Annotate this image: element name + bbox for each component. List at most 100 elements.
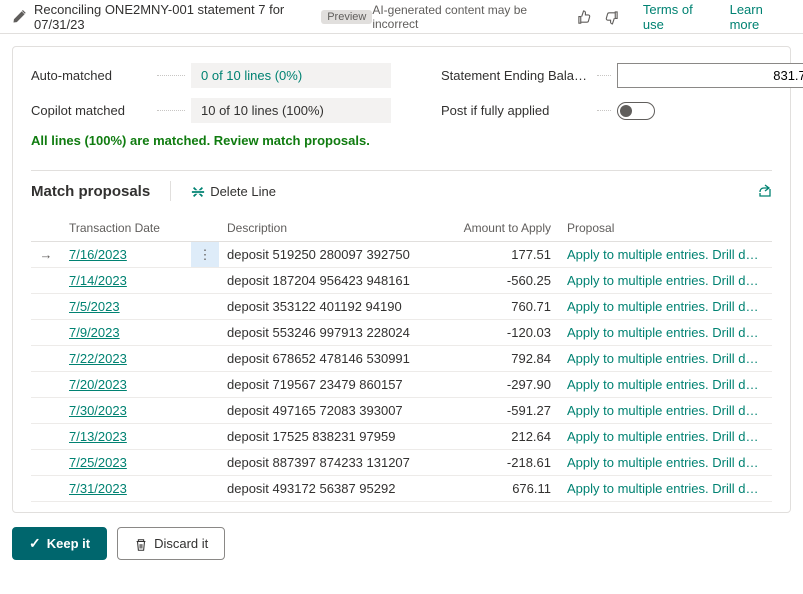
proposals-table: Transaction Date Description Amount to A…	[31, 215, 772, 502]
row-amount: -297.90	[449, 372, 559, 398]
row-proposal-link[interactable]: Apply to multiple entries. Drill down to…	[559, 372, 772, 398]
transaction-date-link[interactable]: 7/22/2023	[69, 351, 127, 366]
row-arrow-icon	[31, 268, 61, 294]
row-description: deposit 353122 401192 94190	[219, 294, 449, 320]
row-proposal-link[interactable]: Apply to multiple entries. Drill down to…	[559, 424, 772, 450]
row-description: deposit 493172 56387 95292	[219, 476, 449, 502]
thumbs-up-button[interactable]	[571, 6, 598, 27]
row-amount: 177.51	[449, 242, 559, 268]
row-description: deposit 887397 874233 131207	[219, 450, 449, 476]
col-transaction-date[interactable]: Transaction Date	[61, 215, 191, 242]
row-menu-button[interactable]	[191, 320, 219, 346]
row-arrow-icon	[31, 372, 61, 398]
ending-balance-input[interactable]	[617, 63, 803, 88]
row-proposal-link[interactable]: Apply to multiple entries. Drill down to…	[559, 242, 772, 268]
table-row[interactable]: → 7/16/2023 ⋮deposit 519250 280097 3927501…	[31, 242, 772, 268]
row-amount: 676.11	[449, 476, 559, 502]
terms-link[interactable]: Terms of use	[643, 2, 712, 32]
table-row[interactable]: 7/30/2023deposit 497165 72083 393007-591…	[31, 398, 772, 424]
transaction-date-link[interactable]: 7/30/2023	[69, 403, 127, 418]
learn-more-link[interactable]: Learn more	[730, 2, 791, 32]
page-title: Reconciling ONE2MNY-001 statement 7 for …	[34, 2, 315, 32]
row-proposal-link[interactable]: Apply to multiple entries. Drill down to…	[559, 450, 772, 476]
keep-it-button[interactable]: ✓ Keep it	[12, 527, 107, 560]
thumbs-down-button[interactable]	[598, 6, 625, 27]
row-menu-button[interactable]	[191, 372, 219, 398]
row-arrow-icon	[31, 476, 61, 502]
row-description: deposit 17525 838231 97959	[219, 424, 449, 450]
row-proposal-link[interactable]: Apply to multiple entries. Drill down to…	[559, 320, 772, 346]
delete-line-icon	[191, 183, 205, 199]
transaction-date-link[interactable]: 7/16/2023	[69, 247, 127, 262]
preview-badge: Preview	[321, 10, 372, 24]
row-description: deposit 553246 997913 228024	[219, 320, 449, 346]
table-row[interactable]: 7/20/2023 deposit 719567 23479 860157-297…	[31, 372, 772, 398]
row-arrow-icon: →	[31, 242, 61, 268]
row-menu-button[interactable]	[191, 424, 219, 450]
auto-matched-label: Auto-matched	[31, 68, 151, 83]
row-menu-button[interactable]	[191, 294, 219, 320]
table-row[interactable]: 7/25/2023 deposit 887397 874233 131207-21…	[31, 450, 772, 476]
row-proposal-link[interactable]: Apply to multiple entries. Drill down to…	[559, 346, 772, 372]
transaction-date-link[interactable]: 7/20/2023	[69, 377, 127, 392]
row-description: deposit 678652 478146 530991	[219, 346, 449, 372]
post-applied-toggle[interactable]	[617, 102, 655, 120]
top-bar: Reconciling ONE2MNY-001 statement 7 for …	[0, 0, 803, 34]
row-amount: 760.71	[449, 294, 559, 320]
ending-balance-label: Statement Ending Bala…	[441, 68, 591, 83]
row-menu-button[interactable]	[191, 476, 219, 502]
auto-matched-value[interactable]: 0 of 10 lines (0%)	[191, 63, 391, 88]
copilot-matched-value[interactable]: 10 of 10 lines (100%)	[191, 98, 391, 123]
row-description: deposit 719567 23479 860157	[219, 372, 449, 398]
col-proposal[interactable]: Proposal	[559, 215, 772, 242]
delete-line-label: Delete Line	[210, 184, 276, 199]
ai-disclaimer: AI-generated content may be incorrect	[372, 3, 561, 31]
transaction-date-link[interactable]: 7/5/2023	[69, 299, 120, 314]
row-menu-button[interactable]	[191, 450, 219, 476]
trash-icon	[134, 535, 148, 551]
row-menu-button[interactable]	[191, 268, 219, 294]
table-row[interactable]: 7/14/2023deposit 187204 956423 948161-56…	[31, 268, 772, 294]
section-heading: Match proposals	[31, 183, 150, 200]
row-amount: 792.84	[449, 346, 559, 372]
row-arrow-icon	[31, 294, 61, 320]
discard-it-button[interactable]: Discard it	[117, 527, 225, 560]
row-proposal-link[interactable]: Apply to multiple entries. Drill down to…	[559, 294, 772, 320]
edit-icon[interactable]	[12, 9, 26, 25]
transaction-date-link[interactable]: 7/25/2023	[69, 455, 127, 470]
keep-it-label: Keep it	[47, 536, 90, 551]
row-menu-button[interactable]	[191, 398, 219, 424]
table-row[interactable]: 7/22/2023 deposit 678652 478146 530991792…	[31, 346, 772, 372]
transaction-date-link[interactable]: 7/31/2023	[69, 481, 127, 496]
row-description: deposit 187204 956423 948161	[219, 268, 449, 294]
row-amount: 212.64	[449, 424, 559, 450]
transaction-date-link[interactable]: 7/13/2023	[69, 429, 127, 444]
row-arrow-icon	[31, 398, 61, 424]
table-row[interactable]: 7/9/2023 deposit 553246 997913 228024-120…	[31, 320, 772, 346]
table-row[interactable]: 7/13/2023 deposit 17525 838231 97959212.6…	[31, 424, 772, 450]
copilot-matched-label: Copilot matched	[31, 103, 151, 118]
transaction-date-link[interactable]: 7/14/2023	[69, 273, 127, 288]
table-row[interactable]: 7/5/2023 deposit 353122 401192 94190760.7…	[31, 294, 772, 320]
delete-line-button[interactable]: Delete Line	[191, 183, 276, 199]
row-menu-button[interactable]	[191, 346, 219, 372]
post-applied-label: Post if fully applied	[441, 103, 591, 118]
row-amount: -218.61	[449, 450, 559, 476]
table-header-row: Transaction Date Description Amount to A…	[31, 215, 772, 242]
col-description[interactable]: Description	[219, 215, 449, 242]
row-arrow-icon	[31, 450, 61, 476]
share-icon[interactable]	[756, 182, 772, 200]
row-arrow-icon	[31, 320, 61, 346]
col-amount[interactable]: Amount to Apply	[449, 215, 559, 242]
discard-it-label: Discard it	[154, 536, 208, 551]
row-proposal-link[interactable]: Apply to multiple entries. Drill down to…	[559, 476, 772, 502]
table-row[interactable]: 7/31/2023 deposit 493172 56387 95292676.1…	[31, 476, 772, 502]
row-proposal-link[interactable]: Apply to multiple entries. Drill down to…	[559, 398, 772, 424]
row-amount: -120.03	[449, 320, 559, 346]
row-menu-button[interactable]: ⋮	[191, 242, 219, 268]
transaction-date-link[interactable]: 7/9/2023	[69, 325, 120, 340]
row-description: deposit 519250 280097 392750	[219, 242, 449, 268]
row-amount: -591.27	[449, 398, 559, 424]
row-proposal-link[interactable]: Apply to multiple entries. Drill down to…	[559, 268, 772, 294]
main-card: Auto-matched 0 of 10 lines (0%) Statemen…	[12, 46, 791, 513]
